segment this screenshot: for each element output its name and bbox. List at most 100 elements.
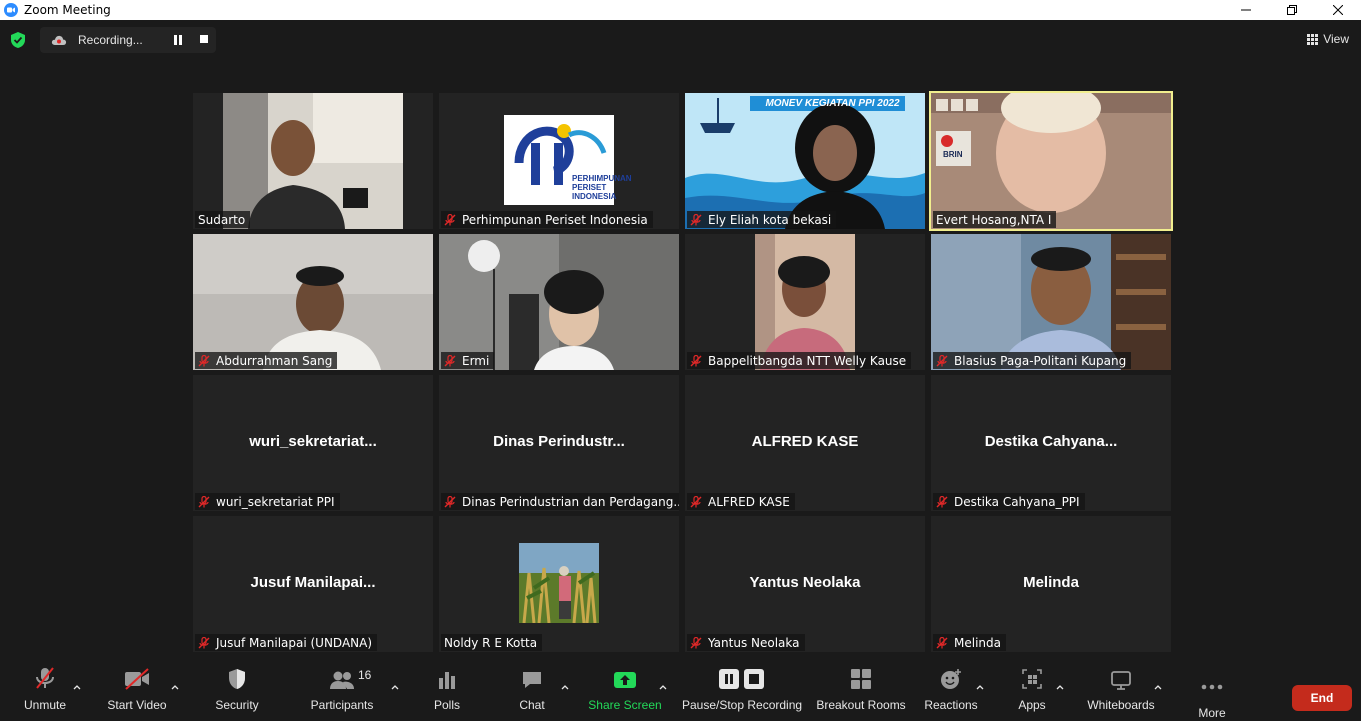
participant-name: ALFRED KASE	[708, 494, 790, 509]
polls-button[interactable]: Polls	[426, 660, 468, 721]
participant-video	[685, 93, 925, 229]
whiteboards-options-caret-icon[interactable]	[1154, 684, 1162, 690]
view-button[interactable]: View	[1307, 32, 1349, 46]
participant-tile-abdurrahman-sang[interactable]: Abdurrahman Sang	[193, 234, 433, 370]
participant-tile-perhimpunan-periset-indonesia[interactable]: PERHIMPUNAN PERISET INDONESIA Perhimpuna…	[439, 93, 679, 229]
chat-button[interactable]: Chat	[510, 660, 554, 721]
muted-mic-icon	[936, 495, 948, 507]
audio-options-caret-icon[interactable]	[73, 684, 81, 690]
polls-icon	[439, 672, 455, 689]
end-meeting-button[interactable]: End	[1292, 685, 1352, 711]
participants-options-caret-icon[interactable]	[391, 684, 399, 690]
participant-name-label: wuri_sekretariat PPI	[195, 493, 340, 510]
participant-tile-noldy-kotta[interactable]: Noldy R E Kotta	[439, 516, 679, 652]
recording-label: Recording...	[78, 33, 143, 47]
participant-name: Ermi	[462, 353, 490, 368]
breakout-rooms-label: Breakout Rooms	[816, 698, 906, 712]
participant-display-name: Yantus Neolaka	[749, 574, 861, 591]
participant-tile-jusuf-manilapai[interactable]: Jusuf Manilapai... Jusuf Manilapai (UNDA…	[193, 516, 433, 652]
encryption-shield-icon[interactable]	[10, 32, 26, 48]
participant-tile-evert-hosang[interactable]: BRIN Evert Hosang,NTA I	[929, 91, 1173, 231]
participant-name-label: Dinas Perindustrian dan Perdagang...	[441, 493, 679, 510]
apps-options-caret-icon[interactable]	[1056, 684, 1064, 690]
participant-video	[193, 93, 433, 229]
participant-name: Blasius Paga-Politani Kupang	[954, 353, 1127, 368]
unmute-button[interactable]: Unmute	[18, 660, 72, 721]
participant-name: Yantus Neolaka	[708, 635, 800, 650]
breakout-rooms-icon	[851, 669, 871, 689]
restore-button[interactable]	[1269, 0, 1315, 20]
chat-options-caret-icon[interactable]	[561, 684, 569, 690]
participant-display-name: ALFRED KASE	[751, 433, 859, 450]
participants-button[interactable]: 16 Participants	[305, 660, 379, 721]
reactions-button[interactable]: Reactions	[922, 660, 980, 721]
video-options-caret-icon[interactable]	[171, 684, 179, 690]
participant-tile-blasius-paga[interactable]: Blasius Paga-Politani Kupang	[931, 234, 1171, 370]
participant-video	[193, 234, 433, 370]
participant-name: Abdurrahman Sang	[216, 353, 333, 368]
more-button[interactable]: More	[1192, 660, 1232, 721]
participant-name-label: Ermi	[441, 352, 495, 369]
muted-mic-icon	[198, 636, 210, 648]
sign-text: BRIN	[943, 150, 963, 159]
polls-label: Polls	[433, 698, 460, 712]
participant-tile-sudarto[interactable]: Sudarto	[193, 93, 433, 229]
share-screen-arrow-icon	[614, 672, 636, 688]
participant-avatar	[519, 543, 599, 623]
participant-name-label: Noldy R E Kotta	[441, 634, 543, 651]
muted-microphone-icon	[36, 667, 54, 689]
participant-tile-yantus-neolaka[interactable]: Yantus Neolaka Yantus Neolaka	[685, 516, 925, 652]
minimize-button[interactable]	[1223, 0, 1269, 20]
start-video-button[interactable]: Start Video	[103, 660, 171, 721]
participant-video	[931, 234, 1171, 370]
apps-icon	[1022, 669, 1042, 689]
participant-tile-ermi[interactable]: Ermi	[439, 234, 679, 370]
participant-name: Destika Cahyana_PPI	[954, 494, 1080, 509]
participant-name: Melinda	[954, 635, 1001, 650]
muted-mic-icon	[936, 354, 948, 366]
grid-view-icon	[1307, 33, 1319, 45]
participant-name: Ely Eliah kota bekasi	[708, 212, 832, 227]
reactions-options-caret-icon[interactable]	[976, 684, 984, 690]
participant-name-label: Perhimpunan Periset Indonesia	[441, 211, 653, 228]
participant-tile-wuri[interactable]: wuri_sekretariat... wuri_sekretariat PPI	[193, 375, 433, 511]
participant-tile-bappelitbangda[interactable]: Bappelitbangda NTT Welly Kause	[685, 234, 925, 370]
apps-label: Apps	[1018, 698, 1046, 712]
muted-mic-icon	[444, 354, 456, 366]
share-screen-button[interactable]: Share Screen	[588, 660, 662, 721]
apps-button[interactable]: Apps	[1012, 660, 1052, 721]
meeting-toolbar: Unmute Start Video Security 16 Participa	[0, 660, 1361, 721]
share-options-caret-icon[interactable]	[659, 684, 667, 690]
stop-recording-icon[interactable]	[200, 35, 208, 43]
muted-mic-icon	[444, 213, 456, 225]
participant-tile-melinda[interactable]: Melinda Melinda	[931, 516, 1171, 652]
participant-video	[439, 93, 679, 229]
participant-tile-alfred-kase[interactable]: ALFRED KASE ALFRED KASE	[685, 375, 925, 511]
reactions-smiley-icon	[941, 669, 961, 689]
participant-name-label: ALFRED KASE	[687, 493, 795, 510]
participant-name-label: Melinda	[933, 634, 1006, 651]
cloud-recording-icon	[51, 35, 67, 45]
muted-mic-icon	[690, 636, 702, 648]
muted-mic-icon	[198, 495, 210, 507]
pause-recording-icon[interactable]	[173, 35, 183, 45]
whiteboards-button[interactable]: Whiteboards	[1082, 660, 1160, 721]
pause-stop-recording-label: Pause/Stop Recording	[681, 698, 803, 712]
participant-name-label: Destika Cahyana_PPI	[933, 493, 1085, 510]
window-title-bar: Zoom Meeting	[0, 0, 1361, 20]
breakout-rooms-button[interactable]: Breakout Rooms	[815, 660, 907, 721]
participant-name-label: Jusuf Manilapai (UNDANA)	[195, 634, 378, 651]
participant-name: wuri_sekretariat PPI	[216, 494, 335, 509]
chat-label: Chat	[519, 698, 545, 712]
security-button[interactable]: Security	[210, 660, 264, 721]
participant-tile-destika-cahyana[interactable]: Destika Cahyana... Destika Cahyana_PPI	[931, 375, 1171, 511]
pause-stop-recording-icon	[719, 669, 764, 689]
more-dots-icon	[1201, 684, 1223, 690]
muted-mic-icon	[198, 354, 210, 366]
participant-tile-ely-eliah[interactable]: MONEV KEGIATAN PPI 2022 Ely Eliah kota b…	[685, 93, 925, 229]
pause-stop-recording-button[interactable]: Pause/Stop Recording	[682, 660, 802, 721]
logo-text: PERHIMPUNAN PERISET INDONESIA	[572, 174, 632, 201]
participant-tile-dinas-perindustrian[interactable]: Dinas Perindustr... Dinas Perindustrian …	[439, 375, 679, 511]
participant-display-name: Dinas Perindustr...	[493, 433, 625, 450]
close-window-button[interactable]	[1315, 0, 1361, 20]
